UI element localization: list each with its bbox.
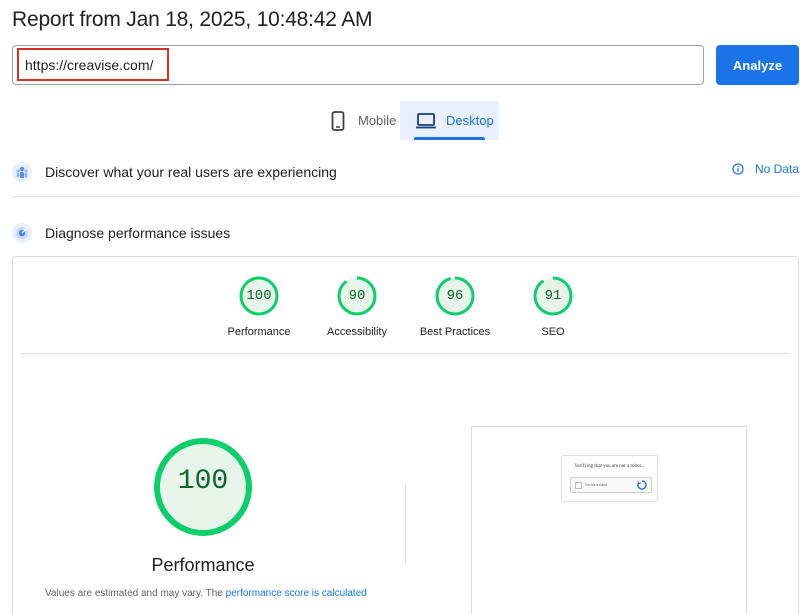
score-gauge-performance[interactable]: 100 Performance xyxy=(209,275,309,338)
score-value: 90 xyxy=(348,288,366,304)
url-value: https://creavise.com/ xyxy=(25,57,154,73)
tab-mobile[interactable]: Mobile xyxy=(318,101,400,140)
score-value: 100 xyxy=(246,288,272,304)
performance-score-large: 100 xyxy=(177,466,229,497)
score-gauge-accessibility[interactable]: 90 Accessibility xyxy=(307,275,407,338)
score-gauge-seo[interactable]: 91 SEO xyxy=(503,275,603,338)
captcha-title: Verifying that you are not a robot... xyxy=(574,464,645,469)
tab-desktop[interactable]: Desktop xyxy=(400,101,499,140)
tab-desktop-label: Desktop xyxy=(446,113,494,128)
performance-heading: Performance xyxy=(151,555,255,575)
captcha-label: I'm not a robot xyxy=(585,483,608,487)
lab-data-title: Diagnose performance issues xyxy=(45,225,231,241)
score-value: 96 xyxy=(446,288,464,304)
section-divider xyxy=(12,196,799,197)
score-value: 91 xyxy=(544,288,562,304)
score-label: SEO xyxy=(541,326,565,338)
score-label: Performance xyxy=(227,326,291,338)
info-icon xyxy=(732,163,744,175)
captcha-box: I'm not a robot xyxy=(570,477,652,493)
field-data-section: Discover what your real users are experi… xyxy=(12,160,799,184)
users-icon xyxy=(12,162,32,182)
no-data-label: No Data xyxy=(754,162,799,176)
laptop-icon xyxy=(414,109,438,133)
lighthouse-icon xyxy=(12,223,32,243)
field-data-title: Discover what your real users are experi… xyxy=(45,164,337,180)
score-note-text: Values are estimated and may vary. The xyxy=(45,588,226,599)
report-title: Report from Jan 18, 2025, 10:48:42 AM xyxy=(12,8,373,31)
tab-mobile-label: Mobile xyxy=(358,113,397,128)
captcha-checkbox xyxy=(575,482,582,489)
scores-card: 100 Performance 90 Accessibility 96 Best… xyxy=(12,256,799,614)
url-input[interactable]: https://creavise.com/ xyxy=(12,45,704,85)
tab-selected-indicator xyxy=(414,137,485,140)
score-note: Values are estimated and may vary. The p… xyxy=(45,588,367,599)
page-screenshot-preview[interactable]: Verifying that you are not a robot... I'… xyxy=(471,426,747,614)
score-label: Accessibility xyxy=(327,326,387,338)
lab-data-section: Diagnose performance issues xyxy=(12,221,799,245)
analyze-button[interactable]: Analyze xyxy=(716,45,799,85)
score-gauge-best-practices[interactable]: 96 Best Practices xyxy=(405,275,505,338)
vertical-divider xyxy=(405,483,406,565)
recaptcha-icon xyxy=(637,480,647,490)
score-label: Best Practices xyxy=(419,326,491,338)
captcha-widget: Verifying that you are not a robot... I'… xyxy=(561,455,658,502)
no-data-status[interactable]: No Data xyxy=(732,162,799,176)
score-calculation-link[interactable]: performance score is calculated xyxy=(226,588,367,599)
card-divider xyxy=(21,353,790,354)
phone-icon xyxy=(326,109,350,133)
